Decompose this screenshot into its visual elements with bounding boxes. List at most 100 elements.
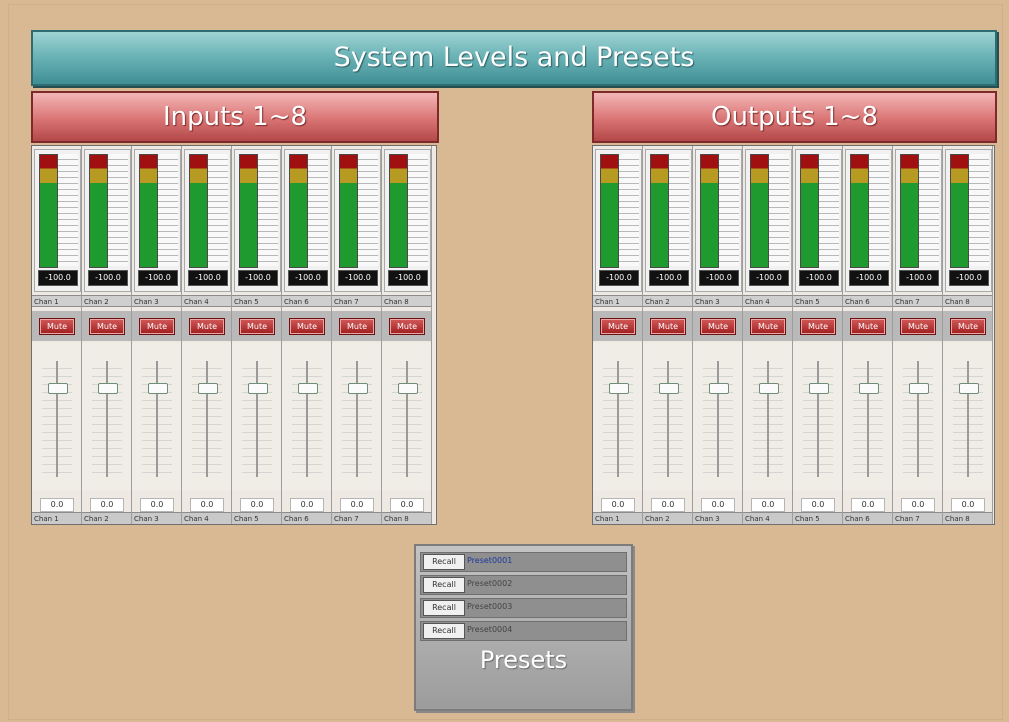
channel-label-top: Chan 7 [893, 295, 942, 307]
fader-knob[interactable] [298, 382, 318, 394]
gain-value-field[interactable]: 0.0 [901, 498, 935, 512]
fader-knob[interactable] [809, 382, 829, 394]
outputs-channel-strip: -100.0 Chan 8 Mute 0.0 Chan 8 [943, 146, 993, 524]
gain-value-field[interactable]: 0.0 [601, 498, 635, 512]
mute-button[interactable]: Mute [39, 318, 75, 335]
level-meter: -100.0 [645, 149, 692, 292]
mute-row: Mute [82, 311, 131, 341]
page-title: System Levels and Presets [31, 30, 997, 86]
meter-bar [750, 154, 769, 268]
mute-button[interactable]: Mute [139, 318, 175, 335]
fader-knob[interactable] [609, 382, 629, 394]
fader-area [643, 343, 692, 491]
recall-button[interactable]: Recall [423, 554, 465, 570]
channel-label-top: Chan 7 [332, 295, 381, 307]
fader-knob[interactable] [859, 382, 879, 394]
mute-button[interactable]: Mute [950, 318, 986, 335]
gain-value-field[interactable]: 0.0 [390, 498, 424, 512]
mute-row: Mute [943, 311, 992, 341]
fader-knob[interactable] [98, 382, 118, 394]
fader-knob[interactable] [148, 382, 168, 394]
level-readout: -100.0 [188, 270, 228, 286]
mute-row: Mute [382, 311, 431, 341]
mute-button[interactable]: Mute [189, 318, 225, 335]
preset-name: Preset0001 [467, 556, 513, 565]
mute-button[interactable]: Mute [89, 318, 125, 335]
preset-name: Preset0004 [467, 625, 513, 634]
gain-value-field[interactable]: 0.0 [340, 498, 374, 512]
meter-bar [289, 154, 308, 268]
fader-area [182, 343, 231, 491]
fader-track [817, 361, 819, 477]
mute-button[interactable]: Mute [389, 318, 425, 335]
fader-knob[interactable] [348, 382, 368, 394]
mute-button[interactable]: Mute [850, 318, 886, 335]
fader-track [717, 361, 719, 477]
fader-knob[interactable] [48, 382, 68, 394]
mute-button[interactable]: Mute [700, 318, 736, 335]
gain-value-field[interactable]: 0.0 [701, 498, 735, 512]
channel-label-top: Chan 1 [593, 295, 642, 307]
inputs-channel-strip: -100.0 Chan 6 Mute 0.0 Chan 6 [282, 146, 332, 524]
gain-value-field[interactable]: 0.0 [801, 498, 835, 512]
fader-knob[interactable] [398, 382, 418, 394]
channel-label-top: Chan 8 [943, 295, 992, 307]
gain-value-field[interactable]: 0.0 [90, 498, 124, 512]
mute-button[interactable]: Mute [339, 318, 375, 335]
gain-value-field[interactable]: 0.0 [240, 498, 274, 512]
channel-label-bottom: Chan 7 [893, 512, 942, 524]
fader-knob[interactable] [709, 382, 729, 394]
meter-scale [719, 154, 739, 266]
gain-value-field[interactable]: 0.0 [851, 498, 885, 512]
channel-label-top: Chan 4 [182, 295, 231, 307]
recall-button[interactable]: Recall [423, 623, 465, 639]
mute-button[interactable]: Mute [750, 318, 786, 335]
mute-button[interactable]: Mute [239, 318, 275, 335]
gain-value-field[interactable]: 0.0 [651, 498, 685, 512]
mute-row: Mute [893, 311, 942, 341]
gain-value-field[interactable]: 0.0 [951, 498, 985, 512]
outputs-channel-strip: -100.0 Chan 3 Mute 0.0 Chan 3 [693, 146, 743, 524]
fader-knob[interactable] [248, 382, 268, 394]
fader-track [867, 361, 869, 477]
preset-name: Preset0003 [467, 602, 513, 611]
level-meter: -100.0 [234, 149, 281, 292]
meter-scale [769, 154, 789, 266]
mute-button[interactable]: Mute [600, 318, 636, 335]
gain-value-field[interactable]: 0.0 [190, 498, 224, 512]
level-readout: -100.0 [799, 270, 839, 286]
level-meter: -100.0 [184, 149, 231, 292]
level-readout: -100.0 [288, 270, 328, 286]
level-meter: -100.0 [334, 149, 381, 292]
meter-scale [819, 154, 839, 266]
channel-label-bottom: Chan 6 [282, 512, 331, 524]
channel-label-bottom: Chan 1 [32, 512, 81, 524]
channel-label-bottom: Chan 3 [693, 512, 742, 524]
outputs-panel: -100.0 Chan 1 Mute 0.0 Chan 1 -100.0 Cha… [592, 145, 995, 525]
fader-knob[interactable] [198, 382, 218, 394]
fader-knob[interactable] [659, 382, 679, 394]
channel-label-bottom: Chan 5 [232, 512, 281, 524]
fader-knob[interactable] [909, 382, 929, 394]
recall-button[interactable]: Recall [423, 577, 465, 593]
channel-label-top: Chan 2 [643, 295, 692, 307]
level-readout: -100.0 [388, 270, 428, 286]
mute-button[interactable]: Mute [900, 318, 936, 335]
mute-row: Mute [332, 311, 381, 341]
level-meter: -100.0 [695, 149, 742, 292]
recall-button[interactable]: Recall [423, 600, 465, 616]
fader-knob[interactable] [759, 382, 779, 394]
mute-button[interactable]: Mute [650, 318, 686, 335]
meter-bar [139, 154, 158, 268]
channel-label-top: Chan 6 [843, 295, 892, 307]
mute-button[interactable]: Mute [800, 318, 836, 335]
meter-bar [339, 154, 358, 268]
gain-value-field[interactable]: 0.0 [40, 498, 74, 512]
gain-value-field[interactable]: 0.0 [140, 498, 174, 512]
fader-knob[interactable] [959, 382, 979, 394]
gain-value-field[interactable]: 0.0 [751, 498, 785, 512]
gain-value-field[interactable]: 0.0 [290, 498, 324, 512]
mute-button[interactable]: Mute [289, 318, 325, 335]
fader-area [132, 343, 181, 491]
preset-row: Recall Preset0001 [420, 552, 627, 572]
